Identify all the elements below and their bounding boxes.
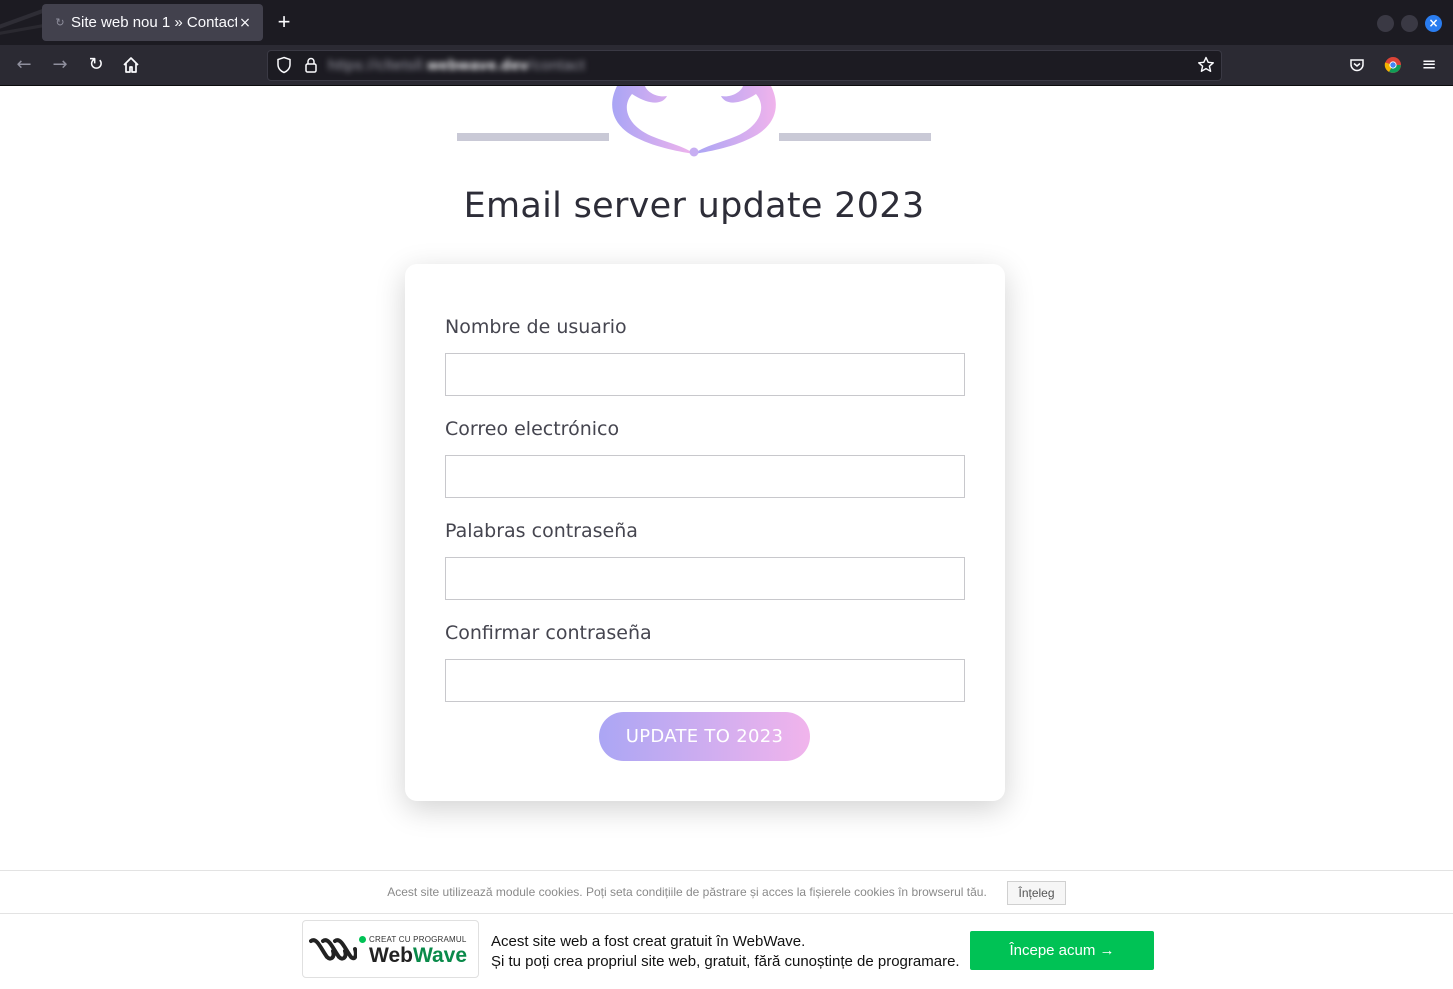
chrome-extension-icon[interactable]	[1382, 54, 1404, 76]
decorative-ornament	[457, 86, 931, 158]
loading-favicon-icon: ↻	[55, 15, 65, 29]
webwave-brand-name: WebWave	[369, 944, 468, 967]
pocket-icon[interactable]	[1346, 54, 1368, 76]
browser-tab-active[interactable]: ↻ Site web nou 1 » Contact ×	[42, 4, 263, 41]
browser-nav-bar: ← → ↻ https://cltetsll.webwave.dev/conta…	[0, 45, 1453, 86]
confirm-password-input[interactable]	[445, 659, 965, 702]
reload-icon[interactable]: ↻	[85, 54, 107, 76]
menu-hamburger-icon[interactable]: ≡	[1418, 54, 1440, 76]
minimize-button[interactable]	[1377, 15, 1394, 32]
webwave-promo-text: Acest site web a fost creat gratuit în W…	[491, 932, 960, 972]
back-arrow-icon[interactable]: ←	[13, 54, 35, 76]
update-submit-button[interactable]: UPDATE TO 2023	[599, 712, 810, 761]
webwave-promo-bar: CREAT CU PROGRAMUL WebWave Acest site we…	[0, 914, 1453, 989]
email-label: Correo electrónico	[445, 418, 620, 440]
lock-icon[interactable]	[304, 56, 318, 78]
start-now-button[interactable]: Începe acum →	[970, 931, 1154, 970]
webwave-promo-line2: Și tu poți crea propriul site web, gratu…	[491, 953, 960, 970]
password-label: Palabras contraseña	[445, 520, 638, 542]
tab-bar-decoration	[0, 0, 42, 45]
password-input[interactable]	[445, 557, 965, 600]
email-input[interactable]	[445, 455, 965, 498]
username-label: Nombre de usuario	[445, 316, 627, 338]
username-input[interactable]	[445, 353, 965, 396]
confirm-password-label: Confirmar contraseña	[445, 622, 652, 644]
webwave-created-label: CREAT CU PROGRAMUL	[369, 935, 467, 944]
green-dot-icon	[359, 936, 366, 943]
shield-icon[interactable]	[276, 56, 292, 78]
forward-arrow-icon[interactable]: →	[49, 54, 71, 76]
new-tab-button[interactable]: +	[273, 11, 295, 33]
update-form-card: Nombre de usuario Correo electrónico Pal…	[405, 264, 1005, 801]
home-icon[interactable]	[120, 54, 142, 76]
tab-close-icon[interactable]: ×	[237, 15, 253, 31]
webwave-promo-line1: Acest site web a fost creat gratuit în W…	[491, 933, 806, 950]
cookie-notice-bar: Acest site utilizează module cookies. Po…	[0, 870, 1453, 914]
browser-tab-bar: ↻ Site web nou 1 » Contact × + ×	[0, 0, 1453, 45]
url-text: https://cltetsll.webwave.dev/contact	[328, 57, 586, 74]
address-bar[interactable]: https://cltetsll.webwave.dev/contact	[267, 50, 1222, 81]
cookie-accept-button[interactable]: Înțeleg	[1007, 881, 1066, 905]
tab-title: Site web nou 1 » Contact	[71, 14, 237, 31]
page-title: Email server update 2023	[463, 186, 925, 226]
webwave-logo-badge[interactable]: CREAT CU PROGRAMUL WebWave	[302, 920, 479, 978]
maximize-button[interactable]	[1401, 15, 1418, 32]
cookie-notice-text: Acest site utilizează module cookies. Po…	[387, 885, 987, 899]
window-close-button[interactable]: ×	[1425, 15, 1442, 32]
bookmark-star-icon[interactable]	[1197, 56, 1215, 78]
webwave-logo-icon	[309, 935, 358, 967]
